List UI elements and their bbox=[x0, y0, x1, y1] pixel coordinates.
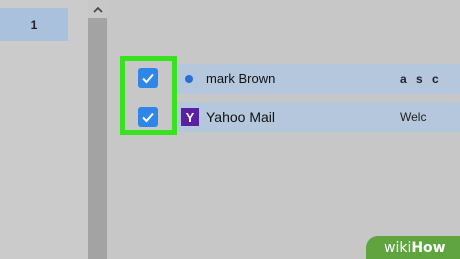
watermark: wiki How bbox=[366, 236, 460, 259]
message-subject: Welc bbox=[400, 110, 427, 124]
chevron-up-icon[interactable] bbox=[88, 0, 107, 18]
message-row-mark-brown[interactable]: mark Brown a s c bbox=[178, 64, 460, 94]
left-pane: 1 bbox=[0, 0, 88, 259]
sender-name: mark Brown bbox=[206, 71, 276, 86]
message-row-yahoo-mail[interactable]: Y Yahoo Mail Welc bbox=[178, 102, 460, 132]
message-checkbox[interactable] bbox=[138, 68, 158, 88]
watermark-prefix: wiki bbox=[384, 239, 412, 256]
yahoo-logo-icon: Y bbox=[181, 108, 199, 126]
unread-dot-icon bbox=[185, 75, 193, 83]
watermark-suffix: How bbox=[411, 239, 446, 256]
checkmark-icon bbox=[142, 73, 154, 84]
sender-name: Yahoo Mail bbox=[206, 109, 276, 125]
checkmark-icon bbox=[142, 112, 154, 123]
page-number-1[interactable]: 1 bbox=[0, 8, 68, 41]
message-checkbox[interactable] bbox=[138, 107, 158, 127]
message-subject: a s c bbox=[400, 72, 442, 86]
scrollbar[interactable] bbox=[88, 0, 107, 259]
